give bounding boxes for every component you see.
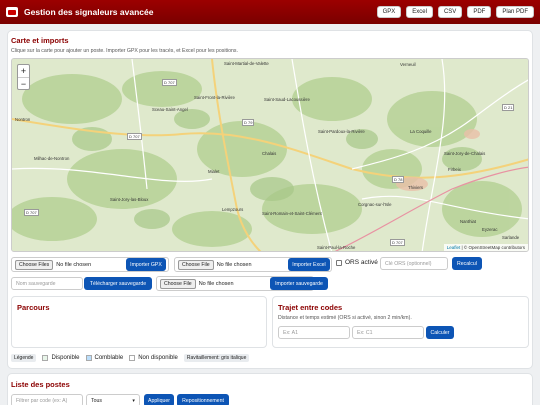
legend-supply: Ravitaillement: gris italique bbox=[183, 353, 250, 362]
map-place-label: Verneuil bbox=[400, 62, 416, 67]
road-label: D 707 bbox=[24, 209, 39, 216]
save-name-input[interactable]: Nom sauvegarde bbox=[11, 277, 83, 290]
app-logo-icon bbox=[6, 7, 18, 17]
map-place-label: Saint-Romain-et-Saint-Clément bbox=[262, 211, 322, 216]
trajet-to-input[interactable]: Ex: C1 bbox=[352, 326, 424, 339]
export-excel-button[interactable]: Excel bbox=[406, 6, 433, 18]
legend-unavailable-swatch bbox=[129, 354, 136, 361]
zoom-out-button[interactable]: − bbox=[18, 77, 29, 89]
map-place-label: Mialet bbox=[208, 169, 220, 174]
map-place-label: Milhac-de-Nontron bbox=[34, 156, 70, 161]
map-view[interactable]: + − Verneuil Saint-Martial-de-Valette No… bbox=[11, 58, 529, 252]
legend-fillable-swatch bbox=[85, 354, 92, 361]
export-plan-pdf-button[interactable]: Plan PDF bbox=[496, 6, 534, 18]
choose-excel-file-button[interactable]: Choose File bbox=[178, 259, 214, 270]
map-place-label: Corgnac-sur-l'Isle bbox=[358, 202, 392, 207]
list-title: Liste des postes bbox=[11, 380, 70, 389]
map-place-label: Saint-Saud-Lacoussière bbox=[264, 97, 310, 102]
map-place-label: Lempzours bbox=[222, 207, 244, 212]
road-label: D 707 bbox=[162, 79, 177, 86]
leaflet-link[interactable]: Leaflet bbox=[447, 245, 461, 250]
trajet-title: Trajet entre codes bbox=[278, 303, 343, 312]
map-place-label: Thiviers bbox=[408, 185, 424, 190]
trajet-hint: Distance et temps estimé (ORS si activé,… bbox=[278, 315, 412, 321]
map-place-label: La Coquille bbox=[410, 129, 432, 134]
choose-gpx-files-button[interactable]: Choose Files bbox=[15, 259, 54, 270]
export-csv-button[interactable]: CSV bbox=[437, 6, 463, 18]
apply-filter-button[interactable]: Appliquer bbox=[144, 394, 174, 405]
excel-file-status: No file chosen bbox=[216, 261, 252, 268]
legend-available-swatch bbox=[42, 354, 49, 361]
import-save-button[interactable]: Importer sauvegarde bbox=[270, 277, 328, 290]
filter-input[interactable]: Filtrer par code (ex: A) bbox=[11, 394, 83, 405]
export-gpx-button[interactable]: GPX bbox=[376, 6, 402, 18]
ors-label: ORS activé bbox=[345, 259, 378, 266]
map-place-label: Firbeix bbox=[448, 167, 461, 172]
map-place-label: Eyzerac bbox=[482, 227, 498, 232]
parcours-title: Parcours bbox=[17, 303, 50, 312]
map-place-label: Saint-Paul-la-Roche bbox=[317, 245, 356, 250]
gpx-file-status: No file chosen bbox=[56, 261, 92, 268]
map-place-label: Nontron bbox=[15, 117, 31, 122]
recalc-button[interactable]: Recalcul bbox=[452, 257, 482, 270]
save-file-status: No file chosen bbox=[198, 280, 234, 287]
zoom-in-button[interactable]: + bbox=[18, 65, 29, 77]
app-title: Gestion des signaleurs avancée bbox=[24, 7, 154, 17]
status-select-value: Tous bbox=[91, 397, 102, 404]
map-place-label: Saint-Jory-de-Chalais bbox=[444, 151, 486, 156]
road-label: D 707 bbox=[390, 239, 405, 246]
map-place-label: Nanthiat bbox=[460, 219, 477, 224]
trajet-from-input[interactable]: Ex: A1 bbox=[278, 326, 350, 339]
map-attribution[interactable]: Leaflet | © OpenStreetMap contributors bbox=[443, 244, 528, 251]
map-place-label: Saint-Martial-de-Valette bbox=[224, 61, 269, 66]
map-section-title: Carte et imports bbox=[11, 36, 69, 45]
map-place-label: Sceau-Saint-Angel bbox=[152, 107, 188, 112]
legend-available: Disponible bbox=[51, 354, 80, 361]
map-place-label: Chalais bbox=[262, 151, 277, 156]
ors-checkbox[interactable] bbox=[336, 259, 342, 266]
chevron-down-icon: ▾ bbox=[132, 397, 135, 404]
legend: Légende Disponible Comblable Non disponi… bbox=[11, 352, 250, 363]
ors-key-input[interactable]: Clé ORS (optionnel) bbox=[380, 257, 448, 270]
road-label: D 79 bbox=[242, 119, 255, 126]
map-place-label: Sarlande bbox=[502, 235, 520, 240]
map-place-label: Saint-Jory-las-Bloux bbox=[110, 197, 149, 202]
import-excel-button[interactable]: Importer Excel bbox=[288, 258, 330, 271]
reposition-button[interactable]: Repositionnement bbox=[177, 394, 229, 405]
legend-label: Légende bbox=[11, 353, 37, 362]
road-label: D 78 bbox=[392, 176, 405, 183]
map-place-label: Saint-Front-la-Rivière bbox=[194, 95, 235, 100]
legend-fillable: Comblable bbox=[94, 354, 124, 361]
road-label: D 21 bbox=[502, 104, 515, 111]
map-zoom-control: + − bbox=[17, 64, 30, 90]
status-select[interactable]: Tous ▾ bbox=[86, 394, 140, 405]
legend-unavailable: Non disponible bbox=[138, 354, 178, 361]
map-section-hint: Clique sur la carte pour ajouter un post… bbox=[11, 48, 238, 54]
road-label: D 707 bbox=[127, 133, 142, 140]
choose-save-file-button[interactable]: Choose File bbox=[160, 278, 196, 289]
export-pdf-button[interactable]: PDF bbox=[467, 6, 492, 18]
map-place-label: Saint-Pardoux-la-Rivière bbox=[318, 129, 365, 134]
compute-button[interactable]: Calculer bbox=[426, 326, 454, 339]
download-save-button[interactable]: Télécharger sauvegarde bbox=[84, 277, 152, 290]
app-header: Gestion des signaleurs avancée GPX Excel… bbox=[0, 0, 540, 24]
ors-toggle[interactable]: ORS activé bbox=[336, 259, 378, 266]
osm-attribution: | © OpenStreetMap contributors bbox=[461, 245, 525, 250]
import-gpx-button[interactable]: Importer GPX bbox=[126, 258, 166, 271]
